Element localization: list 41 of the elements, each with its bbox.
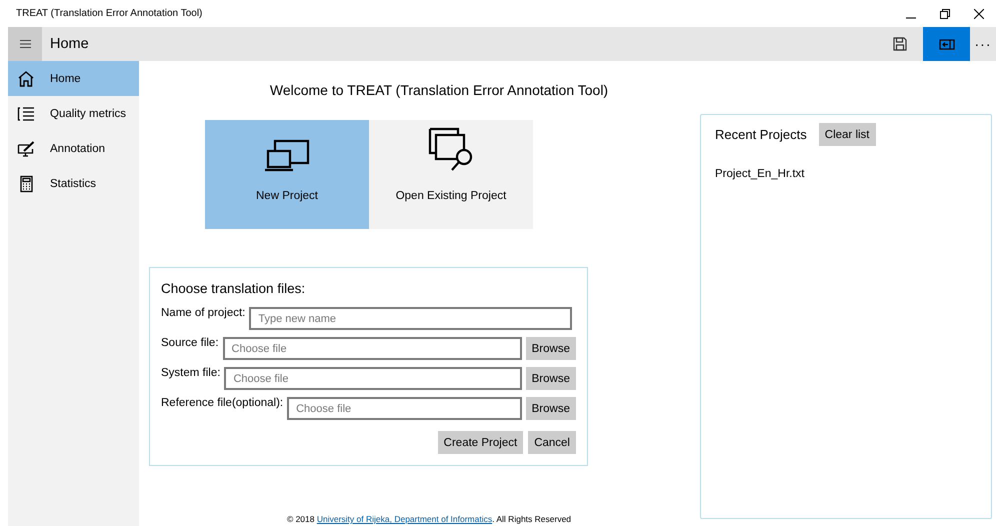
clear-list-button[interactable]: Clear list — [818, 123, 876, 146]
open-project-tile[interactable]: Open Existing Project — [369, 120, 533, 229]
sidebar-item[interactable]: Quality metrics — [8, 96, 139, 131]
cancel-button[interactable]: Cancel — [528, 431, 576, 454]
sidebar-item[interactable]: Statistics — [8, 166, 139, 201]
restore-icon[interactable] — [940, 8, 950, 18]
close-icon[interactable] — [974, 8, 984, 18]
home-icon — [17, 70, 35, 88]
list-icon — [17, 104, 35, 122]
more-button[interactable]: ··· — [970, 27, 996, 61]
file-field[interactable]: Choose file — [287, 397, 522, 420]
browse-button[interactable]: Browse — [526, 337, 576, 360]
save-icon — [892, 37, 906, 51]
browse-button[interactable]: Browse — [526, 397, 576, 420]
file-field[interactable]: Choose file — [224, 367, 522, 390]
university-link[interactable]: University of Rijeka, Department of Informatics — [316, 514, 492, 524]
computer-icon — [264, 139, 310, 173]
field-label: Reference file(optional): — [161, 397, 284, 409]
recent-project-item[interactable]: Project_En_Hr.txt — [715, 168, 977, 180]
file-field[interactable]: Choose file — [222, 337, 522, 360]
menu-icon — [20, 40, 30, 48]
name-field[interactable]: Type new name — [249, 307, 572, 330]
monitor-pen-icon — [17, 140, 35, 158]
welcome-heading: Welcome to TREAT (Translation Error Annotation Tool) — [268, 82, 610, 98]
create-project-button[interactable]: Create Project — [438, 431, 524, 454]
menu-button[interactable] — [8, 27, 42, 61]
panel-icon — [938, 38, 954, 50]
panel-button[interactable] — [923, 27, 970, 61]
browse-button[interactable]: Browse — [526, 367, 576, 390]
field-label: Source file: — [161, 337, 219, 349]
windows-search-icon — [428, 127, 474, 173]
form-title: Choose translation files: — [161, 281, 306, 296]
window-title: TREAT (Translation Error Annotation Tool) — [16, 8, 204, 19]
copyright-text: © 2018 University of Rijeka, Department of Informatics. All Rights Reserved — [286, 514, 572, 526]
field-label: System file: — [161, 367, 220, 379]
field-label: Name of project: — [161, 307, 246, 319]
recent-projects-title: Recent Projects — [715, 127, 807, 142]
new-project-tile[interactable]: New Project — [205, 120, 369, 229]
sidebar-item[interactable]: Home — [8, 61, 139, 96]
page-title: Home — [50, 36, 90, 52]
sidebar-item[interactable]: Annotation — [8, 131, 139, 166]
